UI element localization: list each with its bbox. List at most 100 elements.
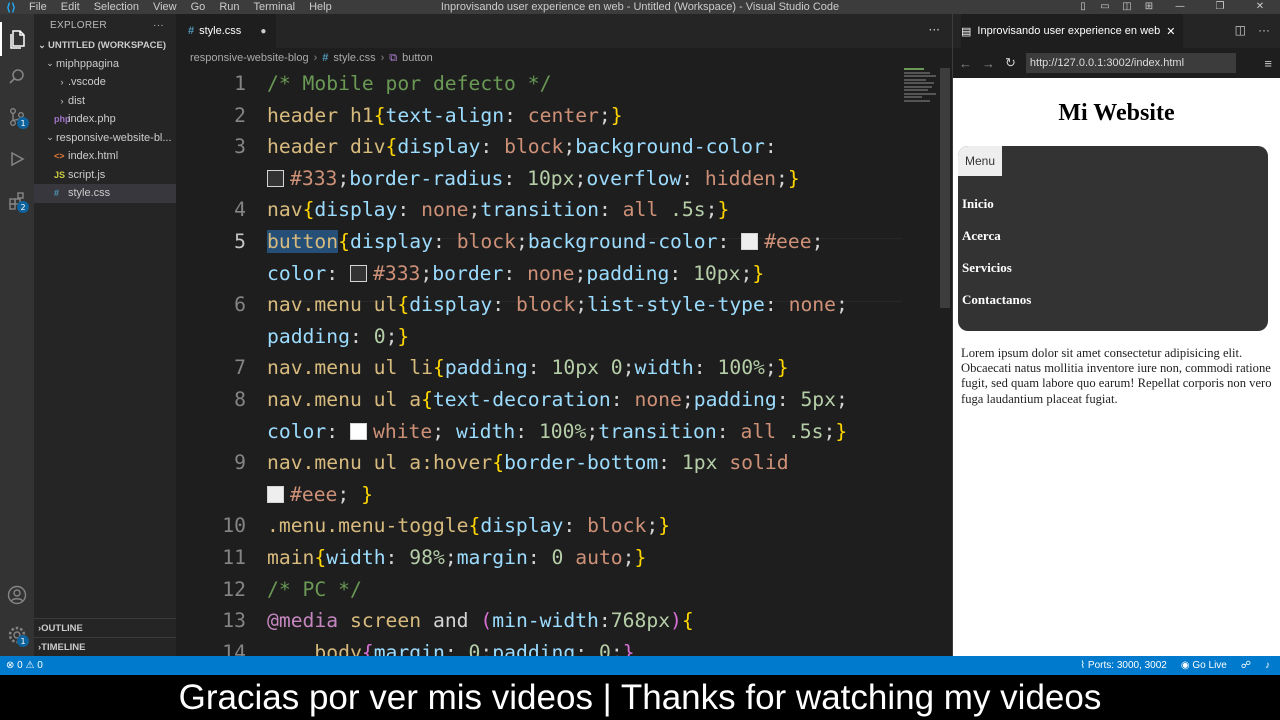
tree-item-label: script.js	[68, 168, 106, 181]
unsaved-dot-icon[interactable]: ●	[260, 26, 266, 37]
breadcrumb-symbol[interactable]: button	[402, 52, 433, 64]
minimize-icon[interactable]: —	[1160, 0, 1200, 14]
maximize-icon[interactable]: ❐	[1200, 0, 1240, 14]
back-arrow-icon[interactable]: ←	[959, 56, 972, 71]
timeline-section[interactable]: › TIMELINE	[34, 637, 176, 656]
problems-status[interactable]: ⊗ 0 ⚠ 0	[0, 660, 43, 671]
code-line-wrap: color: #333;border: none;padding: 10px;}	[176, 258, 906, 290]
tree-item-file[interactable]: JS script.js	[34, 166, 176, 185]
outline-section[interactable]: › OUTLINE	[34, 618, 176, 637]
menu-terminal[interactable]: Terminal	[247, 1, 303, 13]
tab-style-css[interactable]: # style.css ●	[176, 14, 276, 48]
color-swatch[interactable]	[267, 169, 284, 187]
reload-icon[interactable]: ↻	[1005, 55, 1016, 71]
line-number: 11	[222, 546, 246, 569]
outline-label: OUTLINE	[41, 622, 83, 634]
tree-item-folder[interactable]: › .vscode	[34, 73, 176, 92]
account-icon[interactable]	[0, 578, 34, 612]
tree-item-folder[interactable]: › dist	[34, 92, 176, 111]
toggle-secondary-sidebar-icon[interactable]: ◫	[1116, 0, 1138, 14]
video-caption: Gracias por ver mis videos | Thanks for …	[0, 675, 1280, 720]
manage-gear-icon[interactable]: 1	[0, 618, 34, 652]
browser-tab-bar: ▤ Inprovisando user experience en web ✕ …	[953, 14, 1280, 48]
chevron-right-icon: ›	[313, 52, 318, 64]
color-swatch[interactable]	[349, 264, 367, 282]
split-editor-icon[interactable]: ◫	[1235, 23, 1246, 37]
status-right: ⌇ Ports: 3000, 3002 ◉ Go Live ☍ ♪	[1080, 660, 1280, 671]
source-control-icon[interactable]: 1	[0, 100, 34, 134]
breadcrumb-folder[interactable]: responsive-website-blog	[190, 52, 309, 64]
code-text: header h1{text-align: center;}	[267, 103, 623, 127]
nav-link-servicios[interactable]: Servicios	[962, 260, 1012, 276]
browser-tab[interactable]: ▤ Inprovisando user experience en web ✕	[961, 14, 1184, 48]
code-line: 6 nav.menu ul{display: block;list-style-t…	[176, 289, 906, 321]
line-number: 3	[234, 135, 246, 159]
code-line: 8 nav.menu ul a{text-decoration: none;pad…	[176, 384, 906, 416]
chevron-down-icon: ⌄	[46, 132, 54, 143]
browser-tab-title: Inprovisando user experience en web	[977, 25, 1161, 37]
tree-item-file[interactable]: <> index.html	[34, 147, 176, 166]
timeline-label: TIMELINE	[41, 641, 86, 653]
line-number: 8	[234, 388, 246, 411]
code-line: 10 .menu.menu-toggle{display: block;}	[176, 510, 906, 542]
go-live-status[interactable]: ◉ Go Live	[1181, 660, 1227, 671]
tree-item-file[interactable]: php index.php	[34, 110, 176, 129]
feedback-icon[interactable]: ☍	[1241, 660, 1251, 671]
extensions-icon[interactable]: 2	[0, 184, 34, 218]
code-line: 1 /* Mobile por defecto */	[176, 68, 906, 100]
breadcrumb-file[interactable]: style.css	[333, 52, 375, 64]
code-line-wrap: #333;border-radius: 10px;overflow: hidde…	[176, 163, 906, 195]
close-icon[interactable]: ✕	[1240, 0, 1280, 14]
rendered-webpage: Mi Website Menu Inicio Acerca Servicios …	[953, 78, 1280, 656]
code-editor[interactable]: 1 /* Mobile por defecto */ 2 header h1{tex…	[176, 68, 942, 656]
tree-item-file-selected[interactable]: # style.css	[34, 184, 176, 203]
toggle-panel-icon[interactable]: ▭	[1094, 0, 1116, 14]
url-input[interactable]: http://127.0.0.1:3002/index.html	[1025, 53, 1236, 73]
code-line-wrap: padding: 0;}	[176, 321, 906, 353]
forward-arrow-icon[interactable]: →	[982, 56, 995, 71]
menu-toggle-button[interactable]: Menu	[958, 146, 1002, 176]
toggle-sidebar-icon[interactable]: ▯	[1072, 0, 1094, 14]
menu-hamburger-icon[interactable]: ≡	[1264, 56, 1272, 71]
color-swatch[interactable]	[349, 422, 367, 440]
menu-selection[interactable]: Selection	[87, 1, 146, 13]
more-actions-icon[interactable]: ···	[153, 20, 164, 31]
customize-layout-icon[interactable]: ⊞	[1138, 0, 1160, 14]
tree-item-folder[interactable]: ⌄ miphppagina	[34, 55, 176, 74]
code-line-wrap: color: white; width: 100%;transition: al…	[176, 416, 906, 448]
notifications-bell-icon[interactable]: ♪	[1265, 660, 1270, 671]
editor-scrollbar[interactable]	[940, 68, 950, 308]
minimap[interactable]	[904, 68, 938, 108]
run-debug-icon[interactable]	[0, 142, 34, 176]
search-icon[interactable]	[0, 60, 34, 94]
symbol-icon: ⧉	[389, 51, 398, 64]
more-actions-icon[interactable]: ···	[929, 23, 940, 37]
color-swatch[interactable]	[267, 485, 284, 503]
menu-help[interactable]: Help	[302, 1, 339, 13]
code-line: 3 header div{display: block;background-co…	[176, 131, 906, 163]
code-text: body{margin: 0;padding: 0;}	[314, 640, 635, 656]
browser-tab-icon: ▤	[961, 25, 972, 38]
ports-status[interactable]: ⌇ Ports: 3000, 3002	[1080, 660, 1167, 671]
nav-link-contactanos[interactable]: Contactanos	[962, 292, 1031, 308]
line-number: 6	[234, 293, 246, 317]
code-text: nav.menu ul a{text-decoration: none;padd…	[267, 388, 848, 411]
menu-view[interactable]: View	[146, 1, 184, 13]
menu-run[interactable]: Run	[212, 1, 246, 13]
close-tab-icon[interactable]: ✕	[1166, 25, 1175, 38]
tree-item-folder[interactable]: ⌄ responsive-website-bl...	[34, 129, 176, 148]
nav-link-inicio[interactable]: Inicio	[962, 196, 994, 212]
more-actions-icon[interactable]: ···	[1258, 23, 1270, 37]
workspace-root[interactable]: ⌄ UNTITLED (WORKSPACE)	[34, 36, 176, 55]
menu-file[interactable]: File	[22, 1, 54, 13]
explorer-icon[interactable]	[0, 22, 34, 56]
color-swatch[interactable]	[741, 233, 759, 250]
menu-go[interactable]: Go	[184, 1, 213, 13]
css-file-icon: #	[188, 25, 195, 37]
code-line: 9 nav.menu ul a:hover{border-bottom: 1px …	[176, 447, 906, 479]
menu-edit[interactable]: Edit	[54, 1, 87, 13]
code-line: 7 nav.menu ul li{padding: 10px 0;width: 1…	[176, 352, 906, 384]
tab-label: style.css	[199, 25, 242, 37]
nav-link-acerca[interactable]: Acerca	[962, 228, 1001, 244]
code-text: #333;border-radius: 10px;overflow: hidde…	[267, 163, 800, 195]
